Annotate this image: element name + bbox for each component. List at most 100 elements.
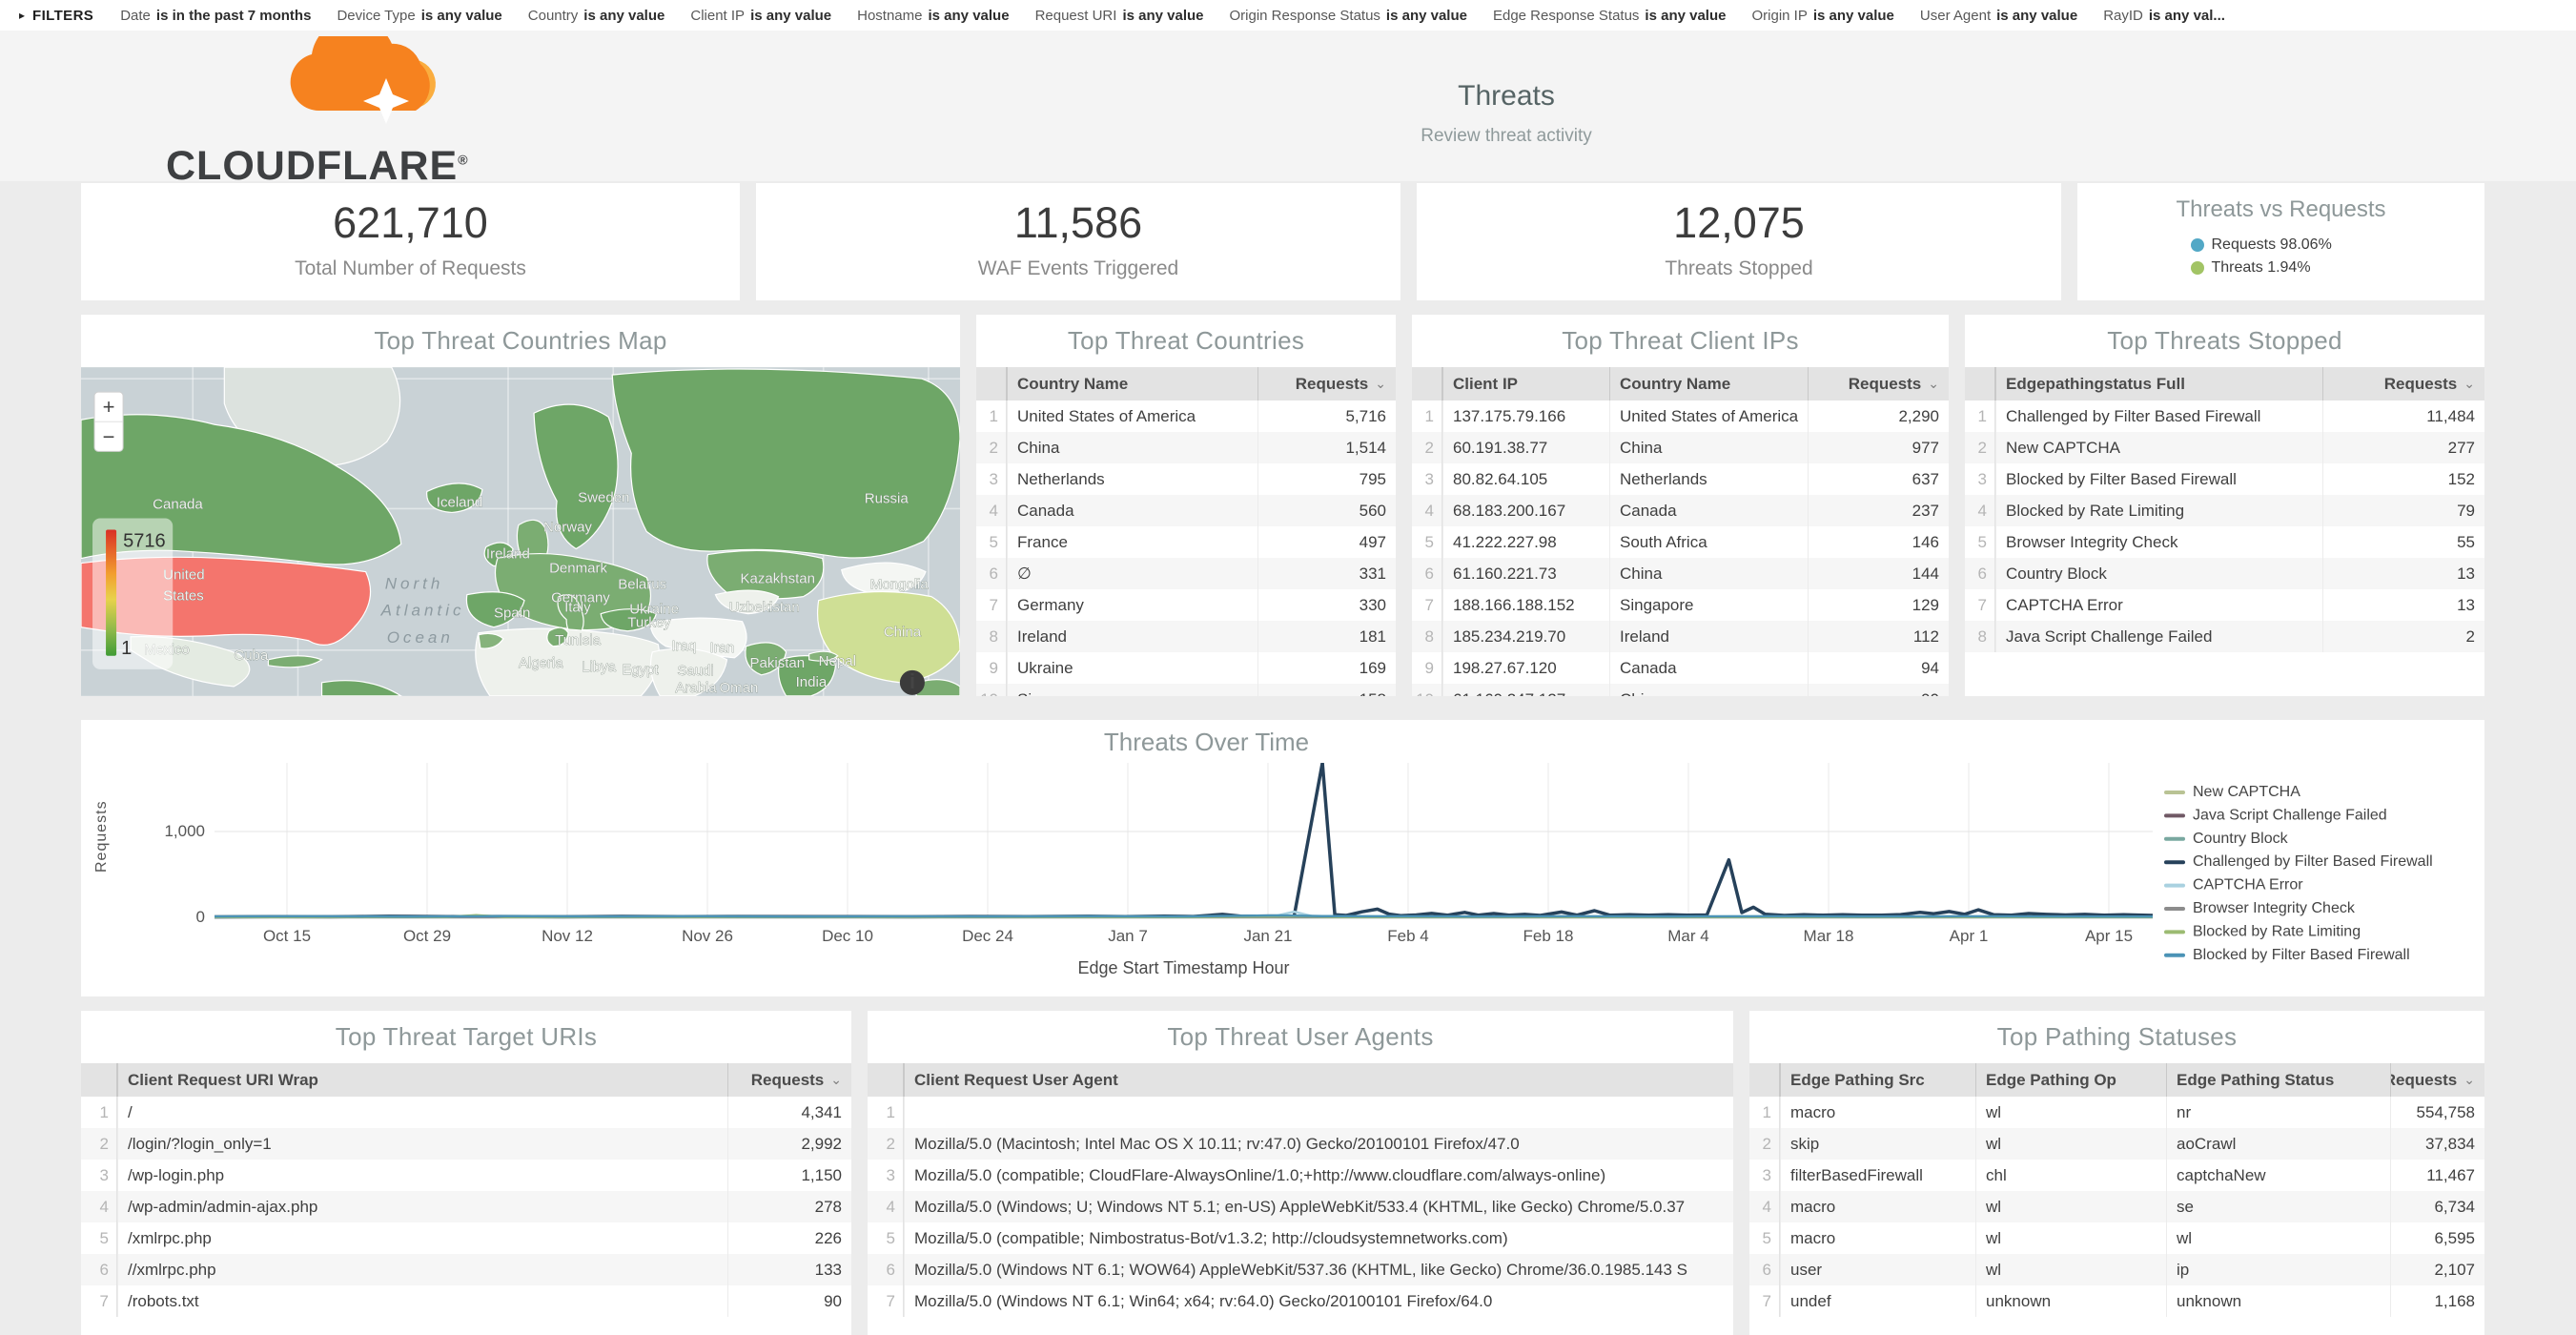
filter-item[interactable]: Hostnameis any value	[857, 8, 1009, 24]
column-header: Edge Pathing Op	[1975, 1063, 2166, 1097]
ocean-label: North	[385, 575, 444, 593]
chart-legend-item[interactable]: Browser Integrity Check	[2164, 900, 2356, 916]
filter-item[interactable]: Origin Response Statusis any value	[1230, 8, 1467, 24]
chart-legend-item[interactable]: Blocked by Rate Limiting	[2164, 923, 2361, 939]
zoom-in-button[interactable]: +	[103, 395, 115, 419]
chart-legend-item[interactable]: Blocked by Filter Based Firewall	[2164, 947, 2410, 963]
table-cell: Canada	[1609, 652, 1808, 684]
column-header-label: Edgepathingstatus Full	[2006, 375, 2185, 394]
country-label: Sweden	[578, 489, 629, 505]
country-label: Ireland	[486, 546, 530, 563]
filter-field: Device Type	[337, 8, 415, 24]
row-number: 1	[81, 1097, 117, 1128]
chart-legend-item[interactable]: Country Block	[2164, 831, 2289, 847]
table-cell: 169	[1257, 652, 1396, 684]
filter-value: is any value	[1122, 8, 1203, 24]
country-label: Iran	[709, 640, 734, 656]
table-row: 10Singapore158	[976, 684, 1396, 696]
column-header[interactable]: Requests⌄	[1257, 367, 1396, 400]
filter-item[interactable]: Device Typeis any value	[337, 8, 501, 24]
column-header-label: Country Name	[1620, 375, 1730, 394]
country-label: India	[796, 674, 828, 690]
legend-label: CAPTCHA Error	[2193, 877, 2303, 893]
page-title: Threats	[1421, 80, 1592, 113]
filter-item[interactable]: Countryis any value	[528, 8, 665, 24]
table-cell: 13	[2322, 558, 2484, 589]
table-cell: 68.183.200.167	[1442, 495, 1609, 526]
stat-card-waf-events: 11,586 WAF Events Triggered	[756, 183, 1400, 300]
panel-title: Top Threats Stopped	[1965, 315, 2484, 367]
filter-field: Hostname	[857, 8, 922, 24]
table-cell: 1,150	[727, 1160, 851, 1191]
row-number: 10	[976, 684, 1007, 696]
column-header[interactable]: Requests⌄	[2390, 1063, 2484, 1097]
filter-item[interactable]: Request URIis any value	[1035, 8, 1204, 24]
table-cell: Blocked by Rate Limiting	[1995, 495, 2322, 526]
row-number: 1	[868, 1097, 904, 1128]
legend-swatch-icon	[2164, 791, 2185, 794]
filter-item[interactable]: Origin IPis any value	[1751, 8, 1893, 24]
table-cell: /	[117, 1097, 727, 1128]
world-threat-map[interactable]: CanadaUnitedStatesMexicoCubaIcelandIrela…	[81, 367, 960, 696]
x-tick-label: Feb 18	[1523, 927, 1574, 945]
column-header: Client Request URI Wrap	[117, 1063, 727, 1097]
zoom-out-button[interactable]: −	[103, 424, 115, 448]
table-cell: Java Script Challenge Failed	[1995, 621, 2322, 652]
top-threats-stopped-panel: Top Threats Stopped Edgepathingstatus Fu…	[1965, 315, 2484, 696]
filter-value: is in the past 7 months	[156, 8, 312, 24]
table-row: 380.82.64.105Netherlands637	[1412, 463, 1949, 495]
table-row: 3Mozilla/5.0 (compatible; CloudFlare-Alw…	[868, 1160, 1733, 1191]
filter-item[interactable]: Edge Response Statusis any value	[1493, 8, 1727, 24]
table-cell: nr	[2166, 1097, 2390, 1128]
filter-item[interactable]: Dateis in the past 7 months	[120, 8, 311, 24]
table-cell: wl	[1975, 1222, 2166, 1254]
table-header: Client Request User Agent	[868, 1063, 1733, 1097]
chart-legend-item[interactable]: CAPTCHA Error	[2164, 877, 2303, 893]
column-header-label: Requests	[1296, 375, 1369, 394]
legend-label: Browser Integrity Check	[2193, 900, 2356, 916]
row-number: 6	[1749, 1254, 1780, 1285]
filter-item[interactable]: User Agentis any value	[1920, 8, 2077, 24]
table-row: 1	[868, 1097, 1733, 1128]
panel-title: Top Threat Target URIs	[81, 1011, 851, 1063]
table-row: 8185.234.219.70Ireland112	[1412, 621, 1949, 652]
table-row: 7CAPTCHA Error13	[1965, 589, 2484, 621]
country-label: Saudi	[677, 663, 713, 679]
column-header[interactable]: Requests⌄	[1808, 367, 1949, 400]
table-cell: Country Block	[1995, 558, 2322, 589]
table-row: 8Java Script Challenge Failed2	[1965, 621, 2484, 652]
table-row: 661.160.221.73China144	[1412, 558, 1949, 589]
y-axis-label: Requests	[93, 800, 110, 873]
panel-title: Top Threat User Agents	[868, 1011, 1733, 1063]
chart-legend-item[interactable]: Challenged by Filter Based Firewall	[2164, 853, 2433, 870]
legend-label: Blocked by Rate Limiting	[2193, 923, 2361, 939]
country-label: Nepal	[819, 653, 856, 669]
filter-item[interactable]: Client IPis any value	[690, 8, 831, 24]
table-cell: /login/?login_only=1	[117, 1128, 727, 1160]
filters-toggle[interactable]: ▸ FILTERS	[19, 8, 93, 24]
row-number: 3	[976, 463, 1007, 495]
table-cell: 185.234.219.70	[1442, 621, 1609, 652]
table-row: 1/4,341	[81, 1097, 851, 1128]
y-tick-label: 0	[196, 908, 205, 926]
table-cell: 60.191.38.77	[1442, 432, 1609, 463]
filter-value: is any value	[750, 8, 831, 24]
chart-legend-item[interactable]: New CAPTCHA	[2164, 784, 2300, 800]
stat-card-threats-stopped: 12,075 Threats Stopped	[1417, 183, 2061, 300]
table-cell	[904, 1097, 1733, 1128]
legend-swatch-icon	[2164, 954, 2185, 957]
table-cell: 5,716	[1257, 400, 1396, 432]
table-row: 260.191.38.77China977	[1412, 432, 1949, 463]
stat-card-total-requests: 621,710 Total Number of Requests	[81, 183, 740, 300]
row-number: 4	[976, 495, 1007, 526]
chart-legend-item[interactable]: Java Script Challenge Failed	[2164, 807, 2387, 823]
table-cell: 55	[2322, 526, 2484, 558]
top-threat-countries-panel: Top Threat Countries Country NameRequest…	[976, 315, 1396, 696]
filter-item[interactable]: RayIDis any val...	[2103, 8, 2225, 24]
table-cell: aoCrawl	[2166, 1128, 2390, 1160]
table-row: 2/login/?login_only=12,992	[81, 1128, 851, 1160]
column-header[interactable]: Requests⌄	[2322, 367, 2484, 400]
column-header[interactable]: Requests⌄	[727, 1063, 851, 1097]
table-cell: ∅	[1007, 558, 1257, 589]
table-row: 7Mozilla/5.0 (Windows NT 6.1; Win64; x64…	[868, 1285, 1733, 1317]
